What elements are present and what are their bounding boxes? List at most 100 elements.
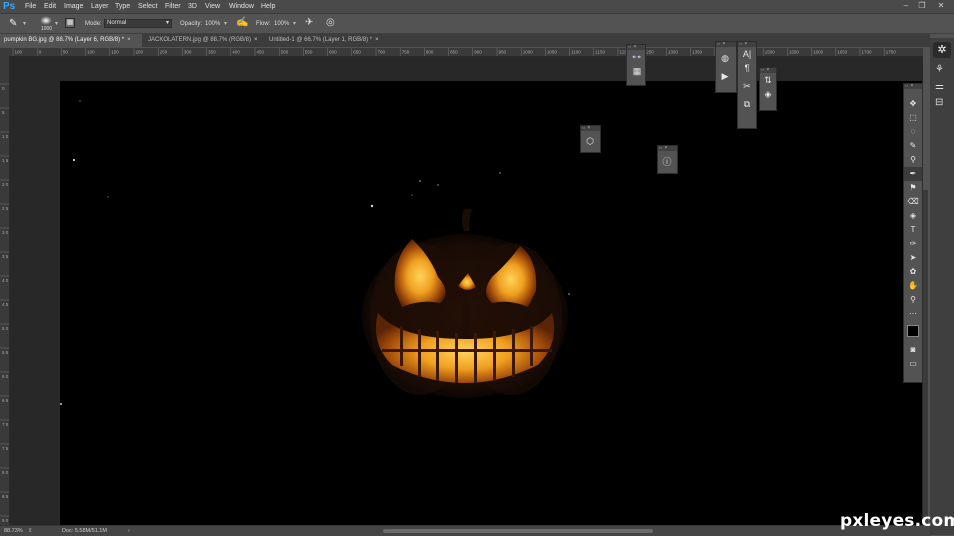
- 3d-glasses-icon[interactable]: 👓: [628, 50, 646, 64]
- screen-mode-icon[interactable]: ▭: [904, 357, 922, 371]
- brush-preview-icon[interactable]: [40, 16, 52, 25]
- ruler-v-label: 7 5: [2, 446, 9, 451]
- horizontal-scrollbar-thumb[interactable]: [383, 529, 653, 533]
- eyedropper-tool-icon[interactable]: ⚲: [904, 153, 922, 167]
- layers-icon[interactable]: ◈: [760, 87, 776, 101]
- brush-panel-icon[interactable]: ▦: [65, 18, 75, 28]
- close-icon[interactable]: ✕: [933, 0, 949, 12]
- ruler-h-label: 600: [329, 50, 337, 55]
- close-icon[interactable]: ×: [254, 37, 258, 43]
- close-icon[interactable]: ×: [375, 37, 379, 43]
- ruler-corner[interactable]: [0, 48, 9, 56]
- tools-panel: ⇔ × ✥ ⬚ ◌ ✎ ⚲ ✒ ⚑ ⌫ ◈ T ✑ ➤ ✿ ✋ ⚲ ⋯ ◙ ▭: [903, 83, 924, 383]
- tab-untitled-1[interactable]: Untitled-1 @ 66.7% (Layer 1, RGB/8) * ×: [265, 34, 390, 47]
- eraser-tool-icon[interactable]: ⌫: [904, 195, 922, 209]
- grid-icon[interactable]: ▦: [628, 64, 646, 78]
- menu-view[interactable]: View: [205, 0, 220, 13]
- tab-label: Untitled-1 @ 66.7% (Layer 1, RGB/8) *: [269, 37, 373, 43]
- lasso-tool-icon[interactable]: ◌: [904, 125, 922, 139]
- paint-bucket-tool-icon[interactable]: ◈: [904, 209, 922, 223]
- path-select-tool-icon[interactable]: ➤: [904, 251, 922, 265]
- mode-select[interactable]: Normal ▾: [104, 19, 172, 28]
- brush-tool-icon[interactable]: ✎: [9, 18, 21, 30]
- quick-mask-icon[interactable]: ◙: [904, 343, 922, 357]
- ruler-v-label: 8 0: [2, 470, 9, 475]
- menu-window[interactable]: Window: [229, 0, 254, 13]
- vertical-scrollbar[interactable]: [923, 190, 928, 525]
- panel-header[interactable]: ⇔ ×: [658, 146, 677, 151]
- panel-actions-group: ⇔ × ◍ ▶: [715, 41, 737, 93]
- brush-settings-icon[interactable]: ⚘: [935, 64, 944, 75]
- ruler-h-label: 550: [305, 50, 313, 55]
- ruler-h-label: 700: [378, 50, 386, 55]
- panel-header[interactable]: ⇔ ×: [581, 126, 600, 131]
- ruler-h-label: 150: [111, 50, 119, 55]
- airbrush-icon[interactable]: ✈: [305, 17, 313, 28]
- ruler-h-label: 1500: [765, 50, 776, 55]
- opacity-label: Opacity:: [180, 21, 203, 27]
- stamp-tool-icon[interactable]: ⚑: [904, 181, 922, 195]
- ruler-v-label: 4 5: [2, 302, 9, 307]
- ruler-v-label: 1 5: [2, 158, 9, 163]
- hand-tool-icon[interactable]: ✋: [904, 279, 922, 293]
- menu-type[interactable]: Type: [115, 0, 130, 13]
- tool-presets-icon[interactable]: ⧉: [738, 97, 756, 111]
- brush-tool-icon[interactable]: ✒: [904, 167, 922, 181]
- learn-icon[interactable]: ✲: [933, 42, 951, 58]
- menu-file[interactable]: File: [25, 0, 36, 13]
- opacity-value[interactable]: 100%: [205, 20, 220, 28]
- panel-type-group: ⇔ × A| ¶ ✂ ⧉: [737, 41, 757, 129]
- tab-pumpkin-bg[interactable]: pumpkin BG.jpg @ 88.7% (Layer 6, RGB/8) …: [0, 34, 142, 47]
- menu-3d[interactable]: 3D: [188, 0, 197, 13]
- ruler-h-label: 400: [232, 50, 240, 55]
- color-swatches[interactable]: [904, 321, 924, 343]
- vertical-ruler[interactable]: 0 5 1 0 1 5 2 0 2 5 3 0 3 5 4 0 4 5 5 0 5 5 6 0 6 5 7 …: [0, 56, 10, 525]
- clone-source-icon[interactable]: ✂: [738, 79, 756, 93]
- document-canvas[interactable]: [60, 81, 922, 525]
- play-icon[interactable]: ▶: [716, 69, 734, 83]
- properties-icon[interactable]: ⊟: [935, 97, 943, 108]
- pressure-opacity-icon[interactable]: ✍: [236, 17, 248, 28]
- character-icon[interactable]: A|: [738, 47, 756, 61]
- move-tool-icon[interactable]: ✥: [904, 97, 922, 111]
- tab-jackolatern[interactable]: JACKOLATERN.jpg @ 88.7% (RGB/8) ×: [144, 34, 264, 47]
- type-tool-icon[interactable]: T: [904, 223, 922, 237]
- ruler-h-label: 500: [281, 50, 289, 55]
- quick-select-tool-icon[interactable]: ✎: [904, 139, 922, 153]
- menu-filter[interactable]: Filter: [165, 0, 181, 13]
- pen-tool-icon[interactable]: ✑: [904, 237, 922, 251]
- panel-header[interactable]: ⇔ ×: [716, 42, 736, 47]
- ruler-h-label: 1150: [595, 50, 605, 55]
- ruler-h-label: 200: [136, 50, 144, 55]
- menu-edit[interactable]: Edit: [44, 0, 56, 13]
- menu-help[interactable]: Help: [261, 0, 275, 13]
- flow-value[interactable]: 100%: [274, 20, 289, 28]
- ruler-v-ticks: 0 5 1 0 1 5 2 0 2 5 3 0 3 5 4 0 4 5 5 0 5 5 6 0 6 5 7 …: [0, 83, 9, 523]
- shape-tool-icon[interactable]: ✿: [904, 265, 922, 279]
- cube-icon[interactable]: ⬡: [581, 134, 599, 148]
- pressure-size-icon[interactable]: ◎: [326, 17, 335, 28]
- horizontal-ruler[interactable]: 100 0 50 100 150 200 250 300 350 400 450 500 550 600 6…: [9, 48, 923, 57]
- menu-select[interactable]: Select: [138, 0, 157, 13]
- marquee-tool-icon[interactable]: ⬚: [904, 111, 922, 125]
- menu-layer[interactable]: Layer: [91, 0, 109, 13]
- paragraph-icon[interactable]: ¶: [738, 61, 756, 75]
- more-tools-icon[interactable]: ⋯: [904, 307, 922, 321]
- panel-3d-group: ⇔ × 👓 ▦: [626, 44, 646, 86]
- minimize-icon[interactable]: –: [898, 0, 914, 12]
- ruler-h-label: 350: [208, 50, 216, 55]
- zoom-tool-icon[interactable]: ⚲: [904, 293, 922, 307]
- tool-preset-chevron-icon[interactable]: ▾: [23, 20, 26, 27]
- flow-chevron-icon[interactable]: ▾: [293, 20, 296, 27]
- adjustments-icon[interactable]: ⇅: [760, 73, 776, 87]
- menu-image[interactable]: Image: [64, 0, 83, 13]
- info-icon[interactable]: ⓘ: [658, 155, 676, 169]
- color-icon[interactable]: ◍: [716, 51, 734, 65]
- close-icon[interactable]: ×: [127, 37, 131, 43]
- foreground-color-swatch[interactable]: [907, 325, 919, 337]
- brush-chevron-icon[interactable]: ▾: [55, 20, 58, 27]
- restore-icon[interactable]: ❐: [914, 0, 930, 12]
- sliders-icon[interactable]: ⚌: [935, 81, 944, 92]
- opacity-chevron-icon[interactable]: ▾: [224, 20, 227, 27]
- mode-value: Normal: [107, 20, 127, 26]
